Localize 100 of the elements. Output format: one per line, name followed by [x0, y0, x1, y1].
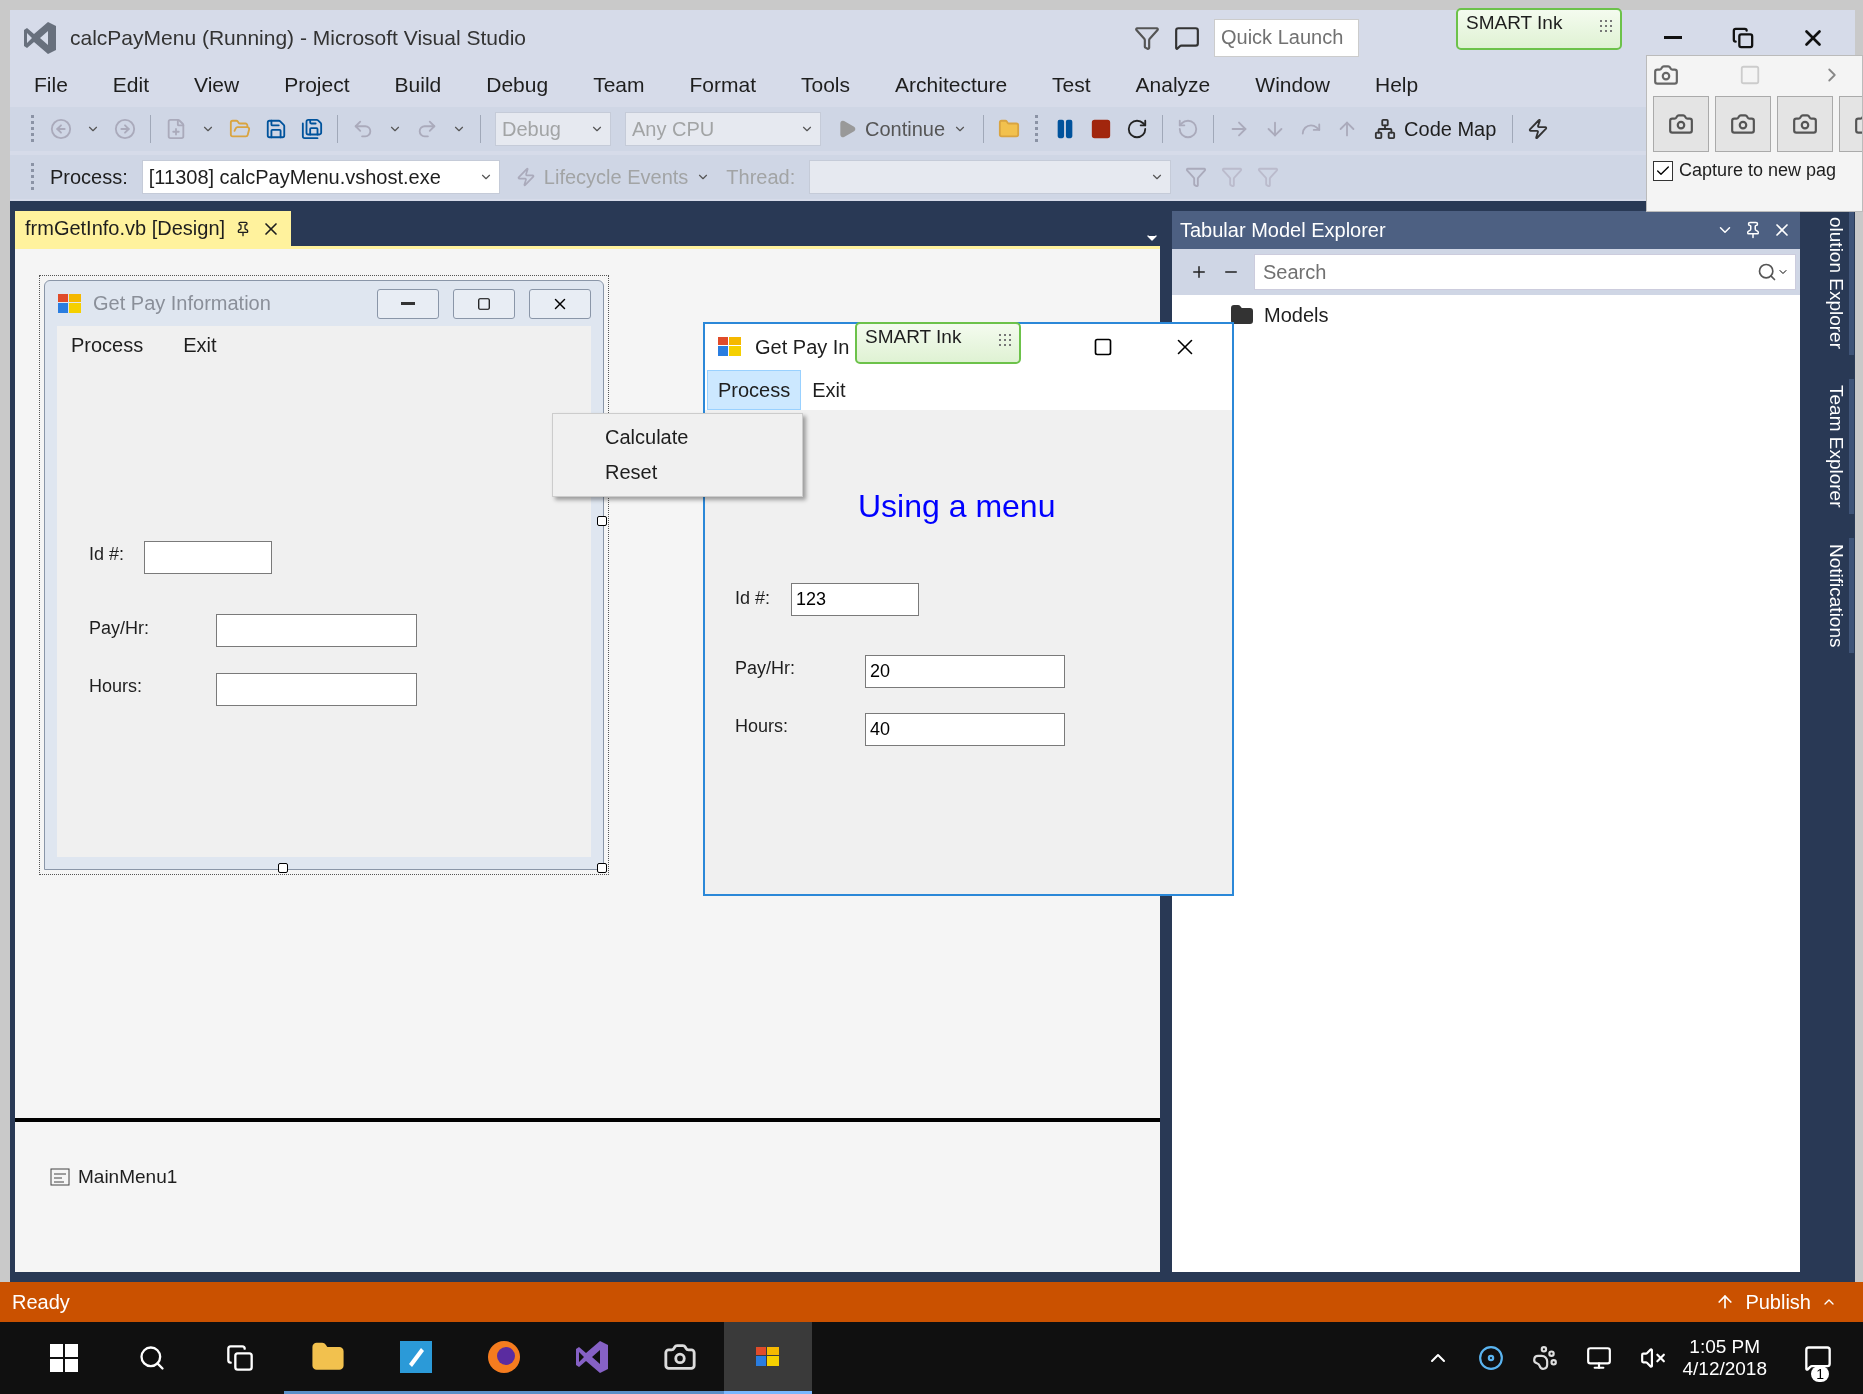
network-icon[interactable]	[1586, 1345, 1613, 1371]
grip-icon	[30, 163, 36, 191]
checkbox[interactable]	[1653, 160, 1673, 181]
menu-item[interactable]: Process	[71, 334, 144, 357]
feedback-icon[interactable]	[1174, 24, 1200, 51]
input-field[interactable]	[216, 614, 417, 647]
menu-item[interactable]: Window	[1233, 69, 1353, 101]
floating-toolbar[interactable]: SMART Ink	[1456, 8, 1622, 50]
expand-icon[interactable]	[1190, 263, 1208, 281]
maximize-button[interactable]	[453, 288, 515, 319]
menu-item[interactable]: Analyze	[1113, 69, 1234, 101]
menu-item[interactable]: Exit	[183, 334, 217, 357]
grip-icon	[1034, 115, 1041, 143]
minimize-icon	[1664, 36, 1682, 39]
resize-handle[interactable]	[278, 863, 288, 873]
code-map-button[interactable]: Code Map	[1372, 115, 1499, 143]
input-field[interactable]	[144, 541, 272, 574]
play-icon	[837, 119, 857, 139]
search-icon	[1757, 262, 1777, 282]
process-label: Process:	[50, 165, 128, 189]
menu-item[interactable]: Edit	[90, 69, 173, 101]
document-tab[interactable]: frmGetInfo.vb [Design]	[15, 211, 292, 246]
input-field[interactable]	[216, 673, 417, 706]
camera-icon	[1792, 111, 1818, 137]
menu-item[interactable]: Process	[707, 370, 802, 410]
field-label: Id #:	[89, 544, 125, 565]
restart-icon[interactable]	[1126, 118, 1149, 140]
component-item[interactable]: MainMenu1	[50, 1166, 178, 1188]
menu-component-icon	[50, 1168, 70, 1186]
input-field[interactable]: 40	[865, 713, 1065, 746]
clock-date: 4/12/2018	[1682, 1358, 1767, 1380]
form-icon	[717, 336, 743, 358]
toolbar-label: SMART Ink	[1466, 12, 1563, 34]
diagram-icon	[1374, 118, 1397, 140]
windows-icon	[50, 1344, 78, 1372]
search-icon	[138, 1344, 166, 1372]
paw-icon[interactable]	[1532, 1345, 1559, 1371]
notes-icon	[399, 1339, 433, 1374]
minimize-icon	[401, 302, 415, 305]
disc-icon[interactable]	[1478, 1345, 1505, 1371]
pin-icon[interactable]	[1744, 221, 1762, 239]
resize-handle[interactable]	[597, 863, 607, 873]
camera-icon[interactable]	[1653, 62, 1679, 88]
notifications-button[interactable]: 1	[1783, 1322, 1853, 1394]
search-box[interactable]: Search	[1254, 254, 1796, 290]
grip-icon	[1600, 20, 1612, 32]
side-tab[interactable]: Notifications	[1812, 537, 1854, 654]
clock-time: 1:05 PM	[1689, 1336, 1761, 1358]
status-text: Ready	[12, 1290, 70, 1314]
field-label: Hours:	[735, 716, 788, 737]
quick-launch-field[interactable]: Quick Launch	[1214, 18, 1359, 57]
stop-icon[interactable]	[1090, 118, 1113, 140]
breakpoint-icon[interactable]	[1527, 118, 1550, 140]
form-designer-window[interactable]: Get Pay Information Process Exit Id #: Pay/Hr: Hours:	[44, 280, 604, 870]
menu-item[interactable]: Format	[667, 69, 779, 101]
resize-handle[interactable]	[597, 516, 607, 526]
field-label: Pay/Hr:	[89, 618, 149, 639]
form-title: Get Pay In	[755, 335, 850, 359]
menu-item[interactable]: Project	[262, 69, 373, 101]
menu-item[interactable]: File	[12, 69, 91, 101]
menu-item[interactable]: Test	[1030, 69, 1114, 101]
continue-button[interactable]: Continue	[835, 115, 970, 143]
notification-count: 1	[1811, 1366, 1829, 1382]
menu-item[interactable]: Tools	[779, 69, 874, 101]
menu-item[interactable]: View	[172, 69, 263, 101]
grip-icon	[999, 334, 1011, 346]
taskbar-app[interactable]	[724, 1322, 812, 1394]
menu-item[interactable]: Build	[372, 69, 465, 101]
globe-icon	[487, 1339, 521, 1374]
folder-icon	[1230, 303, 1254, 327]
menu-item[interactable]: Exit	[801, 370, 857, 410]
tree-item[interactable]: Models	[1230, 303, 1329, 327]
capture-button[interactable]	[1777, 96, 1833, 152]
save-all-icon[interactable]	[301, 118, 323, 140]
field-label: Id #:	[735, 588, 771, 609]
menu-item[interactable]: Help	[1353, 69, 1442, 101]
field-label: Pay/Hr:	[735, 658, 795, 679]
task-view-icon	[226, 1344, 254, 1372]
menu-item[interactable]: Architecture	[873, 69, 1031, 101]
funnel-icon[interactable]	[1134, 24, 1160, 51]
restore-icon	[1732, 26, 1754, 49]
toolbar-label: SMART Ink	[865, 326, 962, 348]
menu-item[interactable]: Team	[571, 69, 668, 101]
capture-button[interactable]	[1653, 96, 1709, 152]
input-field[interactable]: 20	[865, 655, 1065, 688]
input-field[interactable]: 123	[791, 583, 919, 616]
volume-muted-icon[interactable]	[1640, 1345, 1667, 1371]
camera-icon	[1730, 111, 1756, 137]
maximize-icon	[477, 296, 491, 311]
process-dropdown[interactable]: [11308] calcPayMenu.vshost.exe	[141, 160, 500, 194]
publish-button[interactable]: Publish	[1709, 1289, 1843, 1315]
studio-icon	[576, 1340, 608, 1373]
minimize-button[interactable]	[377, 288, 439, 319]
save-icon[interactable]	[265, 118, 287, 140]
menu-item[interactable]: Debug	[464, 69, 572, 101]
maximize-icon	[1093, 337, 1113, 357]
floating-toolbar[interactable]: SMART Ink	[855, 322, 1021, 364]
capture-button[interactable]	[1715, 96, 1771, 152]
studio-logo	[24, 21, 56, 54]
side-tab[interactable]: Team Explorer	[1812, 379, 1854, 514]
